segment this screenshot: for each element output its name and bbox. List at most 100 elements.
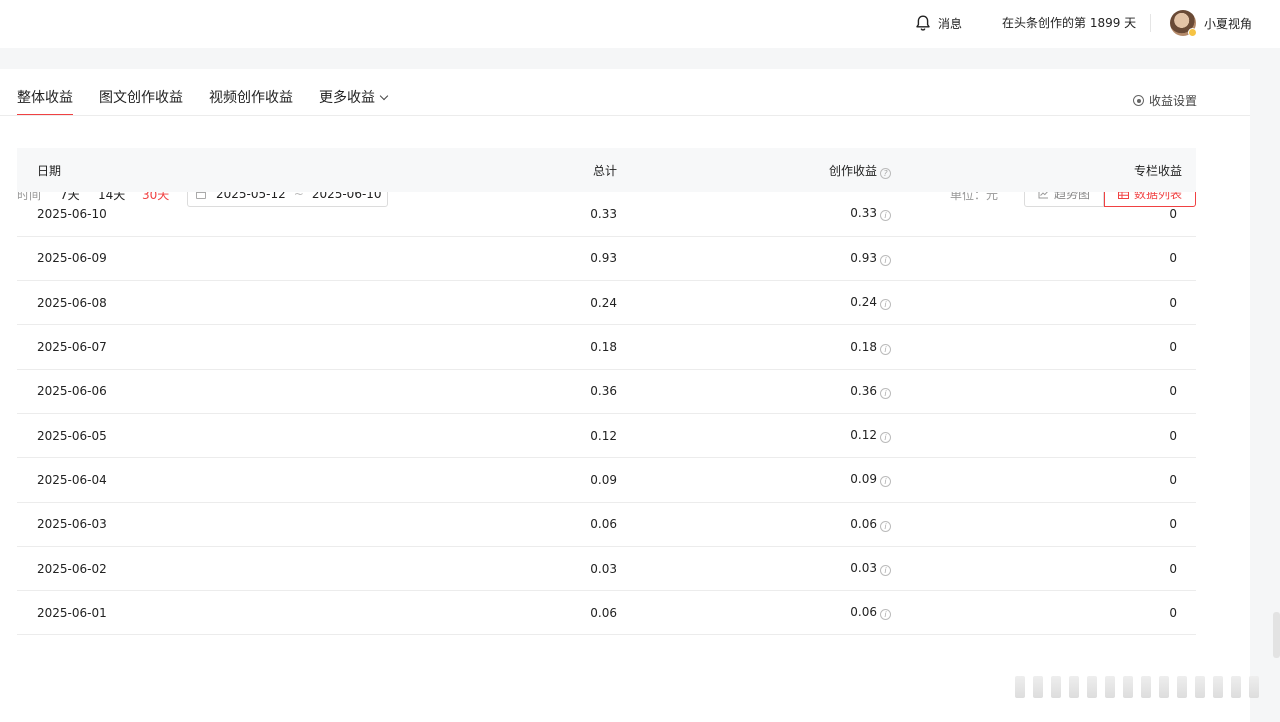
- tab-overall-income[interactable]: 整体收益: [17, 89, 73, 116]
- bell-icon: [916, 15, 930, 31]
- info-icon[interactable]: i: [880, 210, 891, 222]
- table-row: 2025-06-01 0.06 0.06 i 0: [17, 591, 1196, 635]
- cell-date: 2025-06-09: [37, 251, 107, 266]
- info-icon[interactable]: i: [880, 476, 891, 488]
- tab-divider: [0, 115, 1250, 116]
- cell-column-income: 0: [1169, 517, 1177, 532]
- cell-date: 2025-06-04: [37, 472, 107, 487]
- cell-creation-value: 0.12: [850, 428, 877, 443]
- cell-creation-value: 0.36: [850, 383, 877, 398]
- cell-total: 0.93: [590, 251, 617, 266]
- cell-total: 0.06: [590, 605, 617, 620]
- header-divider: [1150, 14, 1151, 32]
- column-header-date: 日期: [37, 163, 62, 178]
- watermark: [1015, 672, 1259, 702]
- table-row: 2025-06-08 0.24 0.24 i 0: [17, 281, 1196, 325]
- info-icon[interactable]: i: [880, 387, 891, 399]
- cell-column-income: 0: [1169, 561, 1177, 576]
- cell-creation-income: 0.03 i: [617, 546, 905, 590]
- avatar[interactable]: [1170, 10, 1197, 37]
- table-row: 2025-06-04 0.09 0.09 i 0: [17, 458, 1196, 503]
- table-row: 2025-06-09 0.93 0.93 i 0: [17, 236, 1196, 281]
- column-header-creation-label: 创作收益: [828, 163, 877, 178]
- cell-column-income: 0: [1169, 472, 1177, 487]
- cell-creation-value: 0.93: [850, 250, 877, 265]
- table-row: 2025-06-03 0.06 0.06 i 0: [17, 502, 1196, 547]
- cell-date: 2025-06-02: [37, 561, 107, 576]
- cell-date: 2025-06-03: [37, 517, 107, 532]
- cell-creation-income: 0.24 i: [617, 281, 905, 325]
- column-header-creation-income: 创作收益?: [617, 148, 905, 192]
- cell-creation-value: 0.06: [850, 605, 877, 620]
- cell-total: 0.33: [590, 206, 617, 221]
- cell-column-income: 0: [1169, 605, 1177, 620]
- tab-label: 更多收益: [319, 90, 375, 106]
- tab-article-income[interactable]: 图文创作收益: [99, 89, 183, 116]
- cell-creation-income: 0.36 i: [617, 369, 905, 413]
- cell-creation-value: 0.33: [850, 206, 877, 221]
- messages-button[interactable]: 消息: [914, 12, 962, 34]
- cell-column-income: 0: [1169, 251, 1177, 266]
- cell-creation-income: 0.93 i: [617, 236, 905, 280]
- info-icon[interactable]: i: [880, 432, 891, 444]
- info-icon[interactable]: i: [880, 520, 891, 532]
- cell-total: 0.06: [590, 517, 617, 532]
- cell-creation-value: 0.03: [850, 561, 877, 576]
- cell-total: 0.24: [590, 295, 617, 310]
- tab-more-income[interactable]: 更多收益: [319, 89, 389, 116]
- cell-creation-value: 0.09: [850, 472, 877, 487]
- scrollbar[interactable]: [1273, 612, 1280, 658]
- tab-label: 整体收益: [17, 90, 73, 106]
- settings-label: 收益设置: [1149, 94, 1198, 108]
- cell-column-income: 0: [1169, 340, 1177, 355]
- info-icon[interactable]: i: [880, 565, 891, 577]
- cell-creation-value: 0.24: [850, 295, 877, 310]
- verified-badge-icon: [1188, 28, 1197, 37]
- info-icon[interactable]: i: [880, 254, 891, 266]
- settings-icon: [1133, 95, 1144, 106]
- cell-creation-value: 0.06: [850, 516, 877, 531]
- cell-creation-income: 0.06 i: [617, 591, 905, 635]
- chevron-down-icon: [379, 91, 389, 101]
- cell-creation-income: 0.18 i: [617, 325, 905, 369]
- tab-video-income[interactable]: 视频创作收益: [209, 89, 293, 116]
- cell-date: 2025-06-01: [37, 605, 107, 620]
- cell-date: 2025-06-05: [37, 428, 107, 443]
- column-header-total: 总计: [592, 163, 617, 178]
- income-settings-button[interactable]: 收益设置: [1133, 92, 1197, 109]
- cell-column-income: 0: [1169, 384, 1177, 399]
- info-icon[interactable]: i: [880, 343, 891, 355]
- cell-date: 2025-06-10: [37, 206, 107, 221]
- cell-creation-income: 0.06 i: [617, 502, 905, 546]
- creation-days-text: 在头条创作的第 1899 天: [1002, 16, 1137, 30]
- username: 小夏视角: [1204, 16, 1253, 31]
- messages-label: 消息: [938, 16, 963, 31]
- info-icon[interactable]: i: [880, 609, 891, 621]
- cell-total: 0.18: [590, 340, 617, 355]
- cell-creation-income: 0.33 i: [617, 192, 905, 236]
- cell-total: 0.12: [590, 428, 617, 443]
- table-row: 2025-06-02 0.03 0.03 i 0: [17, 546, 1196, 591]
- cell-column-income: 0: [1169, 206, 1177, 221]
- table-body: 2025-06-10 0.33 0.33 i 0 2025-06-09 0.93 0.93 i 0…: [17, 192, 1196, 635]
- tab-label: 视频创作收益: [209, 90, 293, 106]
- income-tabs: 整体收益 图文创作收益 视频创作收益 更多收益: [17, 89, 389, 116]
- column-header-column-income: 专栏收益: [1133, 163, 1182, 178]
- cell-creation-income: 0.09 i: [617, 458, 905, 502]
- table-header-row: 日期 总计 创作收益? 专栏收益: [17, 148, 1196, 192]
- cell-total: 0.09: [590, 472, 617, 487]
- table-row: 2025-06-06 0.36 0.36 i 0: [17, 369, 1196, 414]
- cell-creation-income: 0.12 i: [617, 413, 905, 457]
- user-menu[interactable]: 小夏视角: [1170, 10, 1253, 37]
- income-table: 日期 总计 创作收益? 专栏收益 2025-06-10 0.33 0.33 i 0 202…: [17, 148, 1196, 635]
- table-row: 2025-06-07 0.18 0.18 i 0: [17, 325, 1196, 370]
- table-row: 2025-06-10 0.33 0.33 i 0: [17, 192, 1196, 237]
- cell-date: 2025-06-06: [37, 384, 107, 399]
- help-icon[interactable]: ?: [880, 167, 891, 179]
- table-row: 2025-06-05 0.12 0.12 i 0: [17, 413, 1196, 458]
- cell-creation-value: 0.18: [850, 339, 877, 354]
- cell-total: 0.03: [590, 561, 617, 576]
- cell-column-income: 0: [1169, 428, 1177, 443]
- top-bar: 消息 在头条创作的第 1899 天 小夏视角: [0, 0, 1280, 48]
- info-icon[interactable]: i: [880, 299, 891, 311]
